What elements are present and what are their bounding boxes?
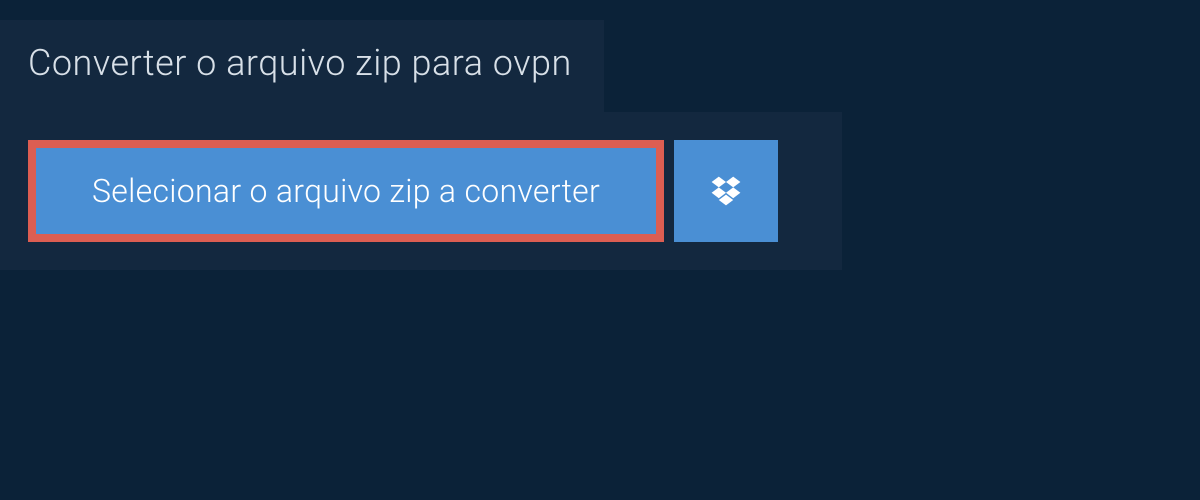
- page-title: Converter o arquivo zip para ovpn: [28, 42, 572, 84]
- select-file-button[interactable]: Selecionar o arquivo zip a converter: [28, 140, 664, 242]
- button-panel: Selecionar o arquivo zip a converter: [0, 112, 842, 270]
- select-file-label: Selecionar o arquivo zip a converter: [92, 172, 600, 210]
- button-row: Selecionar o arquivo zip a converter: [28, 140, 814, 242]
- dropbox-icon: [708, 173, 744, 209]
- dropbox-button[interactable]: [674, 140, 778, 242]
- header-tab: Converter o arquivo zip para ovpn: [0, 20, 604, 112]
